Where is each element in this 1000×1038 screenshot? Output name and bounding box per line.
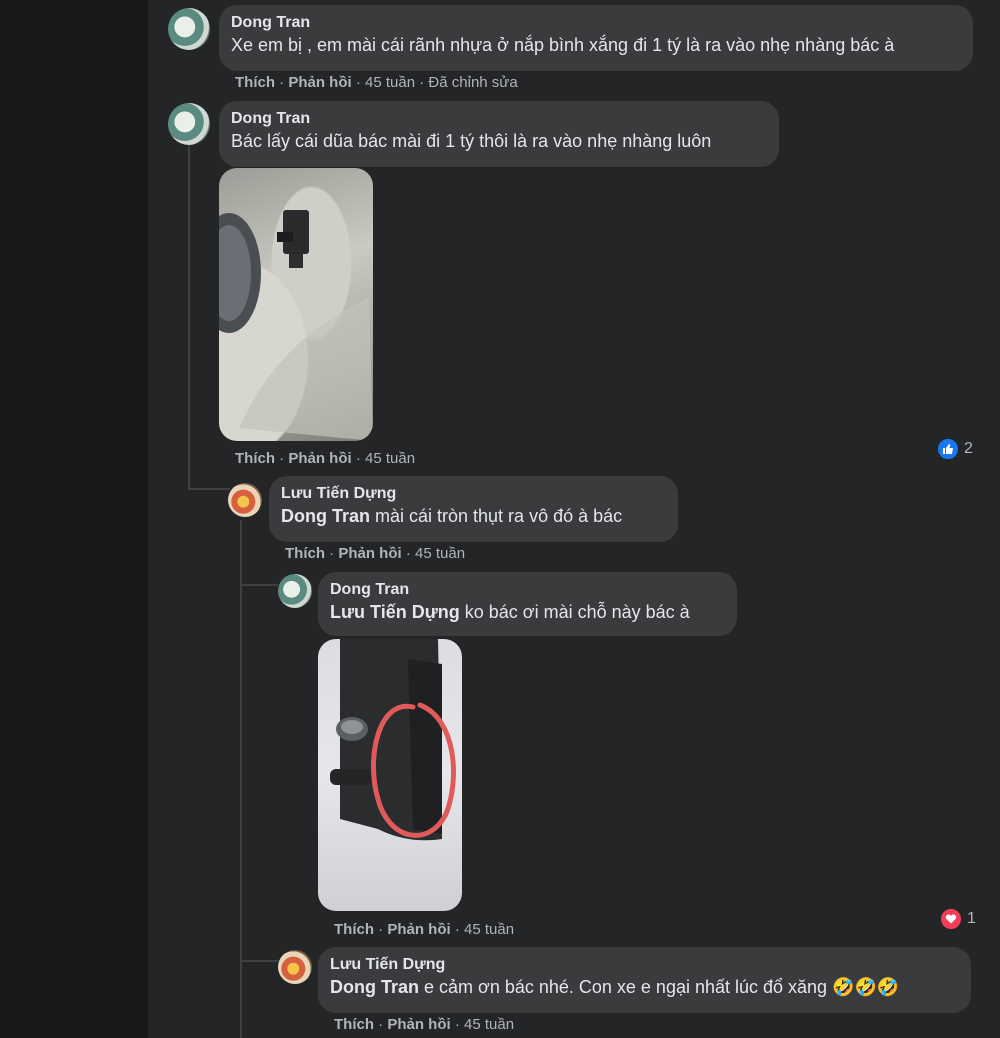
comment-author[interactable]: Dong Tran <box>231 109 767 129</box>
timestamp[interactable]: 45 tuần <box>365 450 415 467</box>
comment-actions: Thích · Phản hồi · 45 tuần · Đã chỉnh sử… <box>235 74 518 91</box>
avatar[interactable] <box>278 950 312 984</box>
reaction-count: 1 <box>967 910 976 927</box>
comment-author[interactable]: Dong Tran <box>330 580 725 600</box>
thread-line <box>188 488 230 490</box>
comment-text: Bác lấy cái dũa bác mài đi 1 tý thôi là … <box>231 131 712 151</box>
comment-text: Dong Tran e cảm ơn bác nhé. Con xe e ngạ… <box>330 977 900 997</box>
comment-text: Lưu Tiến Dựng ko bác ơi mài chỗ này bác … <box>330 602 690 622</box>
mention-link[interactable]: Lưu Tiến Dựng <box>330 602 460 622</box>
reply-button[interactable]: Phản hồi <box>387 1016 450 1033</box>
like-button[interactable]: Thích <box>334 921 374 938</box>
comment-text: Dong Tran mài cái tròn thụt ra vô đó à b… <box>281 506 623 526</box>
comment-author[interactable]: Lưu Tiến Dựng <box>330 955 959 975</box>
like-button[interactable]: Thích <box>235 450 275 467</box>
comment-text: Xe em bị , em mài cái rãnh nhựa ở nắp bì… <box>231 35 895 55</box>
comment-actions: Thích · Phản hồi · 45 tuần <box>285 545 466 562</box>
reply-button[interactable]: Phản hồi <box>387 921 450 938</box>
avatar[interactable] <box>168 8 210 50</box>
comment-bubble: Dong Tran Bác lấy cái dũa bác mài đi 1 t… <box>219 101 779 167</box>
heart-icon <box>939 907 963 931</box>
reaction-summary[interactable]: 2 <box>936 437 973 461</box>
comment-bubble: Lưu Tiến Dựng Dong Tran mài cái tròn thụ… <box>269 476 678 542</box>
thread-line <box>240 584 278 586</box>
comment-bubble: Dong Tran Lưu Tiến Dựng ko bác ơi mài ch… <box>318 572 737 636</box>
reaction-summary[interactable]: 1 <box>939 907 976 931</box>
like-icon <box>936 437 960 461</box>
comment-author[interactable]: Lưu Tiến Dựng <box>281 484 666 504</box>
comment-actions: Thích · Phản hồi · 45 tuần <box>235 450 416 467</box>
comment-bubble: Lưu Tiến Dựng Dong Tran e cảm ơn bác nhé… <box>318 947 971 1013</box>
comment-actions: Thích · Phản hồi · 45 tuần <box>334 921 515 938</box>
reply-button[interactable]: Phản hồi <box>338 545 401 562</box>
reaction-count: 2 <box>964 440 973 457</box>
like-button[interactable]: Thích <box>334 1016 374 1033</box>
comment-actions: Thích · Phản hồi · 45 tuần <box>334 1016 515 1033</box>
timestamp[interactable]: 45 tuần <box>464 921 514 938</box>
avatar[interactable] <box>228 483 262 517</box>
timestamp[interactable]: 45 tuần <box>464 1016 514 1033</box>
mention-link[interactable]: Dong Tran <box>281 506 370 526</box>
comment-photo[interactable] <box>318 639 462 911</box>
reply-button[interactable]: Phản hồi <box>288 74 351 91</box>
timestamp[interactable]: 45 tuần <box>415 545 465 562</box>
comment-author[interactable]: Dong Tran <box>231 13 961 33</box>
comment-photo[interactable] <box>219 168 373 441</box>
like-button[interactable]: Thích <box>285 545 325 562</box>
edited-label: Đã chỉnh sửa <box>428 74 518 91</box>
comment-bubble: Dong Tran Xe em bị , em mài cái rãnh nhự… <box>219 5 973 71</box>
reply-button[interactable]: Phản hồi <box>288 450 351 467</box>
avatar[interactable] <box>278 574 312 608</box>
thread-line <box>240 960 278 962</box>
thread-line <box>188 145 190 490</box>
timestamp[interactable]: 45 tuần <box>365 74 415 91</box>
mention-link[interactable]: Dong Tran <box>330 977 419 997</box>
left-sidebar <box>0 0 148 1038</box>
avatar[interactable] <box>168 103 210 145</box>
like-button[interactable]: Thích <box>235 74 275 91</box>
